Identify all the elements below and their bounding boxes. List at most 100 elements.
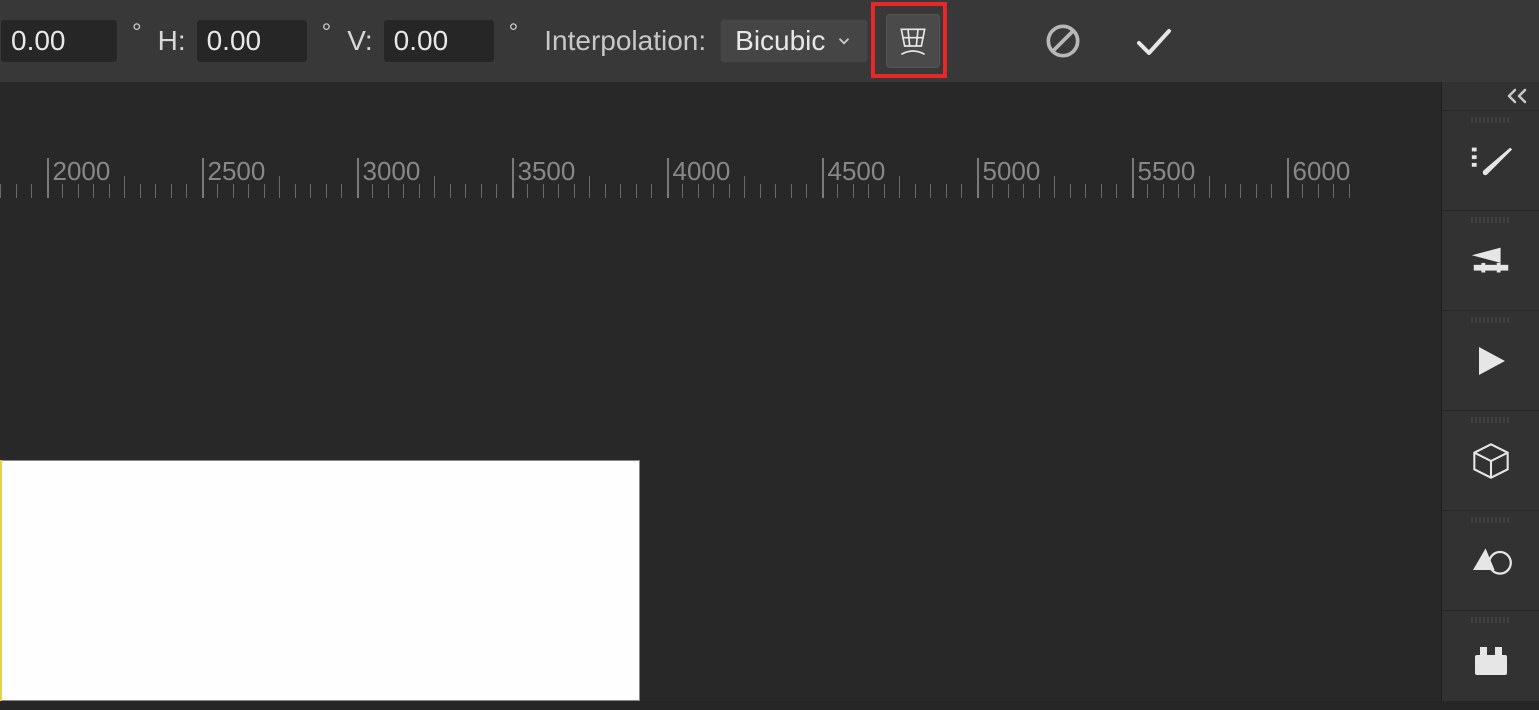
ruler-tick [1349, 184, 1350, 198]
ruler-tick: 5000 [977, 158, 979, 198]
ruler-tick [589, 176, 590, 198]
cancel-icon [1041, 19, 1085, 63]
plugins-panel-icon [1473, 645, 1509, 677]
panel-grip [1471, 517, 1511, 523]
ruler-tick [930, 184, 931, 198]
skew-v-input[interactable] [383, 19, 495, 63]
ruler-tick [1194, 184, 1195, 198]
collapse-panels-icon[interactable] [1505, 88, 1529, 104]
ruler-tick [899, 176, 900, 198]
history-panel-button[interactable] [1442, 510, 1539, 610]
document-canvas[interactable] [0, 460, 640, 701]
ruler-label: 3000 [363, 156, 421, 187]
ruler-tick [186, 184, 187, 198]
ruler-tick [326, 184, 327, 198]
brush-settings-panel-button[interactable] [1442, 210, 1539, 310]
ruler-tick [1209, 176, 1210, 198]
interpolation-label: Interpolation: [544, 25, 706, 57]
ruler-tick [884, 184, 885, 198]
ruler-label: 4500 [828, 156, 886, 187]
ruler-tick [140, 184, 141, 198]
ruler-tick [279, 176, 280, 198]
degree-label-v: ° [509, 19, 519, 47]
ruler-tick [388, 184, 389, 198]
commit-group [1036, 14, 1180, 68]
ruler-tick [1039, 184, 1040, 198]
ruler-tick [1023, 184, 1024, 198]
ruler-tick [1101, 184, 1102, 198]
ruler-label: 5500 [1138, 156, 1196, 187]
right-panel-dock [1441, 82, 1539, 701]
ruler-tick: 4500 [822, 158, 824, 198]
panel-grip [1471, 217, 1511, 223]
warp-mode-button[interactable] [886, 14, 940, 68]
ruler-tick [992, 184, 993, 198]
ruler-label: 4000 [673, 156, 731, 187]
ruler-tick: 2500 [202, 158, 204, 198]
ruler-tick [1256, 184, 1257, 198]
ruler-label: 6000 [1293, 156, 1351, 187]
degree-label: ° [132, 19, 142, 47]
transform-options-bar: ° H: ° V: ° Interpolation: Bicubic [0, 0, 1539, 82]
actions-panel-button[interactable] [1442, 310, 1539, 410]
panel-grip [1471, 117, 1511, 123]
ruler-tick [62, 184, 63, 198]
plugins-panel-button[interactable] [1442, 610, 1539, 710]
cancel-transform-button[interactable] [1036, 14, 1090, 68]
ruler-tick [682, 184, 683, 198]
ruler-tick [124, 176, 125, 198]
rotation-angle-input[interactable] [0, 19, 118, 63]
ruler-tick [915, 184, 916, 198]
interpolation-dropdown[interactable]: Bicubic [720, 19, 868, 63]
skew-h-input[interactable] [196, 19, 308, 63]
ruler-tick [450, 184, 451, 198]
ruler-tick [93, 184, 94, 198]
ruler-tick [264, 184, 265, 198]
ruler-tick [481, 184, 482, 198]
ruler-tick [698, 184, 699, 198]
ruler-tick [1178, 184, 1179, 198]
ruler-tick [496, 184, 497, 198]
canvas-area[interactable]: 200025003000350040004500500055006000 [0, 82, 1441, 701]
ruler-tick [171, 184, 172, 198]
brushes-panel-icon [1468, 141, 1514, 181]
horizontal-ruler[interactable]: 200025003000350040004500500055006000 [0, 152, 1387, 212]
ruler-tick [729, 184, 730, 198]
ruler-tick [109, 184, 110, 198]
skew-h-label: H: [158, 25, 186, 57]
ruler-tick [946, 184, 947, 198]
cube-panel-icon [1471, 441, 1511, 481]
commit-transform-button[interactable] [1126, 14, 1180, 68]
ruler-tick [713, 184, 714, 198]
chevron-down-icon [835, 32, 853, 50]
ruler-tick [1240, 184, 1241, 198]
ruler-tick [248, 184, 249, 198]
ruler-tick [295, 184, 296, 198]
degree-label-h: ° [322, 19, 332, 47]
ruler-tick: 2000 [47, 158, 49, 198]
ruler-tick [233, 184, 234, 198]
ruler-tick [791, 184, 792, 198]
ruler-tick: 3000 [357, 158, 359, 198]
ruler-tick [574, 184, 575, 198]
ruler-tick [1333, 184, 1334, 198]
brushes-panel-button[interactable] [1442, 110, 1539, 210]
ruler-tick [1225, 184, 1226, 198]
ruler-tick [837, 184, 838, 198]
ruler-tick [341, 184, 342, 198]
ruler-tick [1070, 184, 1071, 198]
ruler-tick [605, 184, 606, 198]
ruler-tick [806, 184, 807, 198]
ruler-tick [1054, 176, 1055, 198]
ruler-tick [744, 176, 745, 198]
ruler-tick [775, 184, 776, 198]
ruler-tick [1085, 184, 1086, 198]
ruler-label: 2000 [53, 156, 111, 187]
panel-grip [1471, 317, 1511, 323]
ruler-tick [78, 184, 79, 198]
ruler-tick [403, 184, 404, 198]
panel-grip [1471, 417, 1511, 423]
3d-panel-button[interactable] [1442, 410, 1539, 510]
ruler-tick [1302, 184, 1303, 198]
ruler-tick [558, 184, 559, 198]
